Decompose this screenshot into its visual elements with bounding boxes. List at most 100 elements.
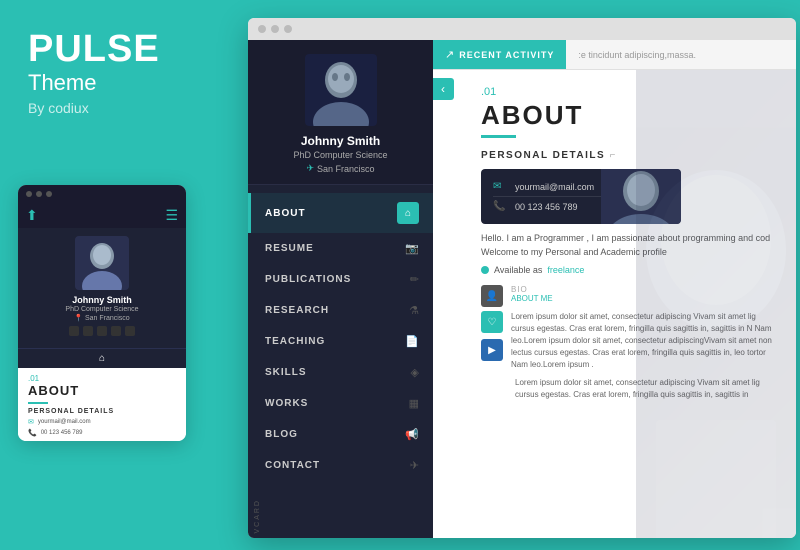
social-icon-yt [111, 326, 121, 336]
mobile-avatar-area: Johnny Smith PhD Computer Science 📍 San … [18, 228, 186, 348]
recent-activity-label: RECENT ACTIVITY [459, 50, 554, 60]
social-icon-gp [97, 326, 107, 336]
brand-subtitle: Theme [28, 70, 220, 96]
mobile-section-label: .01 ABOUT [18, 368, 186, 400]
sidebar-degree: PhD Computer Science [258, 150, 423, 160]
phone-icon-small: 📞 [28, 429, 37, 437]
mobile-phone-row: 📞 00 123 456 789 [28, 429, 176, 437]
send-icon: ✈ [410, 459, 419, 472]
back-button[interactable]: ‹ [433, 78, 454, 100]
nav-label-teaching: TEACHING [265, 336, 325, 347]
nav-item-works[interactable]: WORKS ▦ [248, 388, 433, 419]
nav-label-skills: SKILLS [265, 367, 307, 378]
hamburger-icon: ☰ [165, 207, 178, 224]
main-content: ↗ RECENT ACTIVITY :e tincidunt adipiscin… [433, 40, 796, 538]
mobile-phone: 00 123 456 789 [41, 430, 83, 436]
branding-panel: PULSE Theme By codiux ⬆ ☰ Johnny Smith P… [0, 0, 248, 550]
mobile-name: Johnny Smith [18, 295, 186, 305]
nav-label-blog: BLOG [265, 429, 298, 440]
freelance-link: freelance [547, 265, 584, 275]
diamond-icon: ◈ [411, 366, 419, 379]
flask-icon: ⚗ [409, 304, 419, 317]
activity-icon: ↗ [445, 48, 454, 61]
mobile-pd-label: PERSONAL DETAILS [28, 408, 176, 415]
mobile-nav-icon: ⬆ [26, 207, 38, 224]
mobile-home-button[interactable]: ⌂ [18, 348, 186, 368]
chrome-dot-3 [284, 25, 292, 33]
brand-author: By codiux [28, 100, 220, 116]
doc-icon: 📄 [405, 335, 419, 348]
pencil-icon: ✏ [410, 273, 419, 286]
megaphone-icon: 📢 [405, 428, 419, 441]
email-text: yourmail@mail.com [515, 182, 594, 192]
sidebar-avatar [305, 54, 377, 126]
mobile-section-title: ABOUT [28, 383, 176, 398]
vcard-label: ACADEMIC PERSONAL VCARD [248, 489, 267, 538]
nav-item-research[interactable]: RESEARCH ⚗ [248, 295, 433, 326]
nav-item-publications[interactable]: PUBLICATIONS ✏ [248, 264, 433, 295]
home-icon: ⌂ [99, 353, 105, 364]
mobile-section-number: .01 [28, 374, 176, 383]
social-icon-li [125, 326, 135, 336]
sidebar-name: Johnny Smith [258, 134, 423, 148]
phone-text: 00 123 456 789 [515, 202, 578, 212]
social-icon-tw [83, 326, 93, 336]
mobile-email: yourmail@mail.com [38, 419, 91, 425]
mobile-email-row: ✉ yourmail@mail.com [28, 418, 176, 426]
browser-chrome [248, 18, 796, 40]
nav-label-publications: PUBLICATIONS [265, 274, 351, 285]
mobile-avatar [75, 236, 129, 290]
browser-dot-3 [46, 191, 52, 197]
phone-icon: 📞 [493, 201, 507, 212]
sidebar-nav: ABOUT ⌂ RESUME 📷 PUBLICATIONS ✏ RESEARCH… [248, 185, 433, 489]
grid-icon: ▦ [409, 397, 419, 410]
envelope-icon: ✉ [493, 181, 507, 192]
bio-blue-icon[interactable]: ▶ [481, 339, 503, 361]
bio-person-icon: 👤 [481, 285, 503, 307]
header-preview-text: :e tincidunt adipiscing,massa. [566, 50, 708, 60]
nav-item-contact[interactable]: CONTACT ✈ [248, 450, 433, 481]
sidebar: Johnny Smith PhD Computer Science ✈ San … [248, 40, 433, 538]
sidebar-bottom: ACADEMIC PERSONAL VCARD [248, 489, 433, 538]
freelance-dot [481, 266, 489, 274]
location-icon: ✈ [306, 163, 314, 174]
back-arrow-icon: ‹ [441, 82, 445, 96]
browser-dot-1 [26, 191, 32, 197]
mobile-nav-bar: ⬆ ☰ [18, 203, 186, 228]
bio-icon-column: 👤 [481, 285, 503, 307]
mobile-preview: ⬆ ☰ Johnny Smith PhD Computer Science 📍 … [18, 185, 186, 441]
mobile-section-divider [28, 402, 48, 404]
desktop-preview: Johnny Smith PhD Computer Science ✈ San … [248, 18, 796, 538]
home-icon-active: ⌂ [397, 202, 419, 224]
browser-dot-2 [36, 191, 42, 197]
desktop-content: Johnny Smith PhD Computer Science ✈ San … [248, 40, 796, 538]
recent-activity-tab[interactable]: ↗ RECENT ACTIVITY [433, 40, 566, 69]
sidebar-profile: Johnny Smith PhD Computer Science ✈ San … [248, 40, 433, 185]
main-header: ↗ RECENT ACTIVITY :e tincidunt adipiscin… [433, 40, 796, 70]
mobile-personal-details: PERSONAL DETAILS ✉ yourmail@mail.com 📞 0… [18, 408, 186, 441]
section-underline [481, 135, 516, 138]
main-body: ‹ .01 ABOUT PERSONAL DETAILS ✉ yourmail@… [433, 70, 796, 538]
mobile-social-row [18, 326, 186, 342]
nav-item-teaching[interactable]: TEACHING 📄 [248, 326, 433, 357]
nav-item-skills[interactable]: SKILLS ◈ [248, 357, 433, 388]
nav-item-resume[interactable]: RESUME 📷 [248, 233, 433, 264]
brand-title: PULSE [28, 30, 220, 68]
chrome-dot-1 [258, 25, 266, 33]
chrome-dot-2 [271, 25, 279, 33]
mobile-browser-chrome [18, 185, 186, 203]
mobile-location: 📍 San Francisco [18, 314, 186, 322]
nav-label-research: RESEARCH [265, 305, 329, 316]
nav-label-about: ABOUT [265, 208, 306, 219]
nav-label-resume: RESUME [265, 243, 314, 254]
nav-label-contact: CONTACT [265, 460, 320, 471]
mobile-degree: PhD Computer Science [18, 306, 186, 313]
nav-item-about[interactable]: ABOUT ⌂ [248, 193, 433, 233]
freelance-status: Available as [494, 265, 542, 275]
nav-label-works: WORKS [265, 398, 308, 409]
bio-teal-icon[interactable]: ♡ [481, 311, 503, 333]
nav-item-blog[interactable]: BLOG 📢 [248, 419, 433, 450]
envelope-icon-small: ✉ [28, 418, 34, 426]
camera-icon: 📷 [405, 242, 419, 255]
sidebar-location: ✈ San Francisco [258, 163, 423, 174]
